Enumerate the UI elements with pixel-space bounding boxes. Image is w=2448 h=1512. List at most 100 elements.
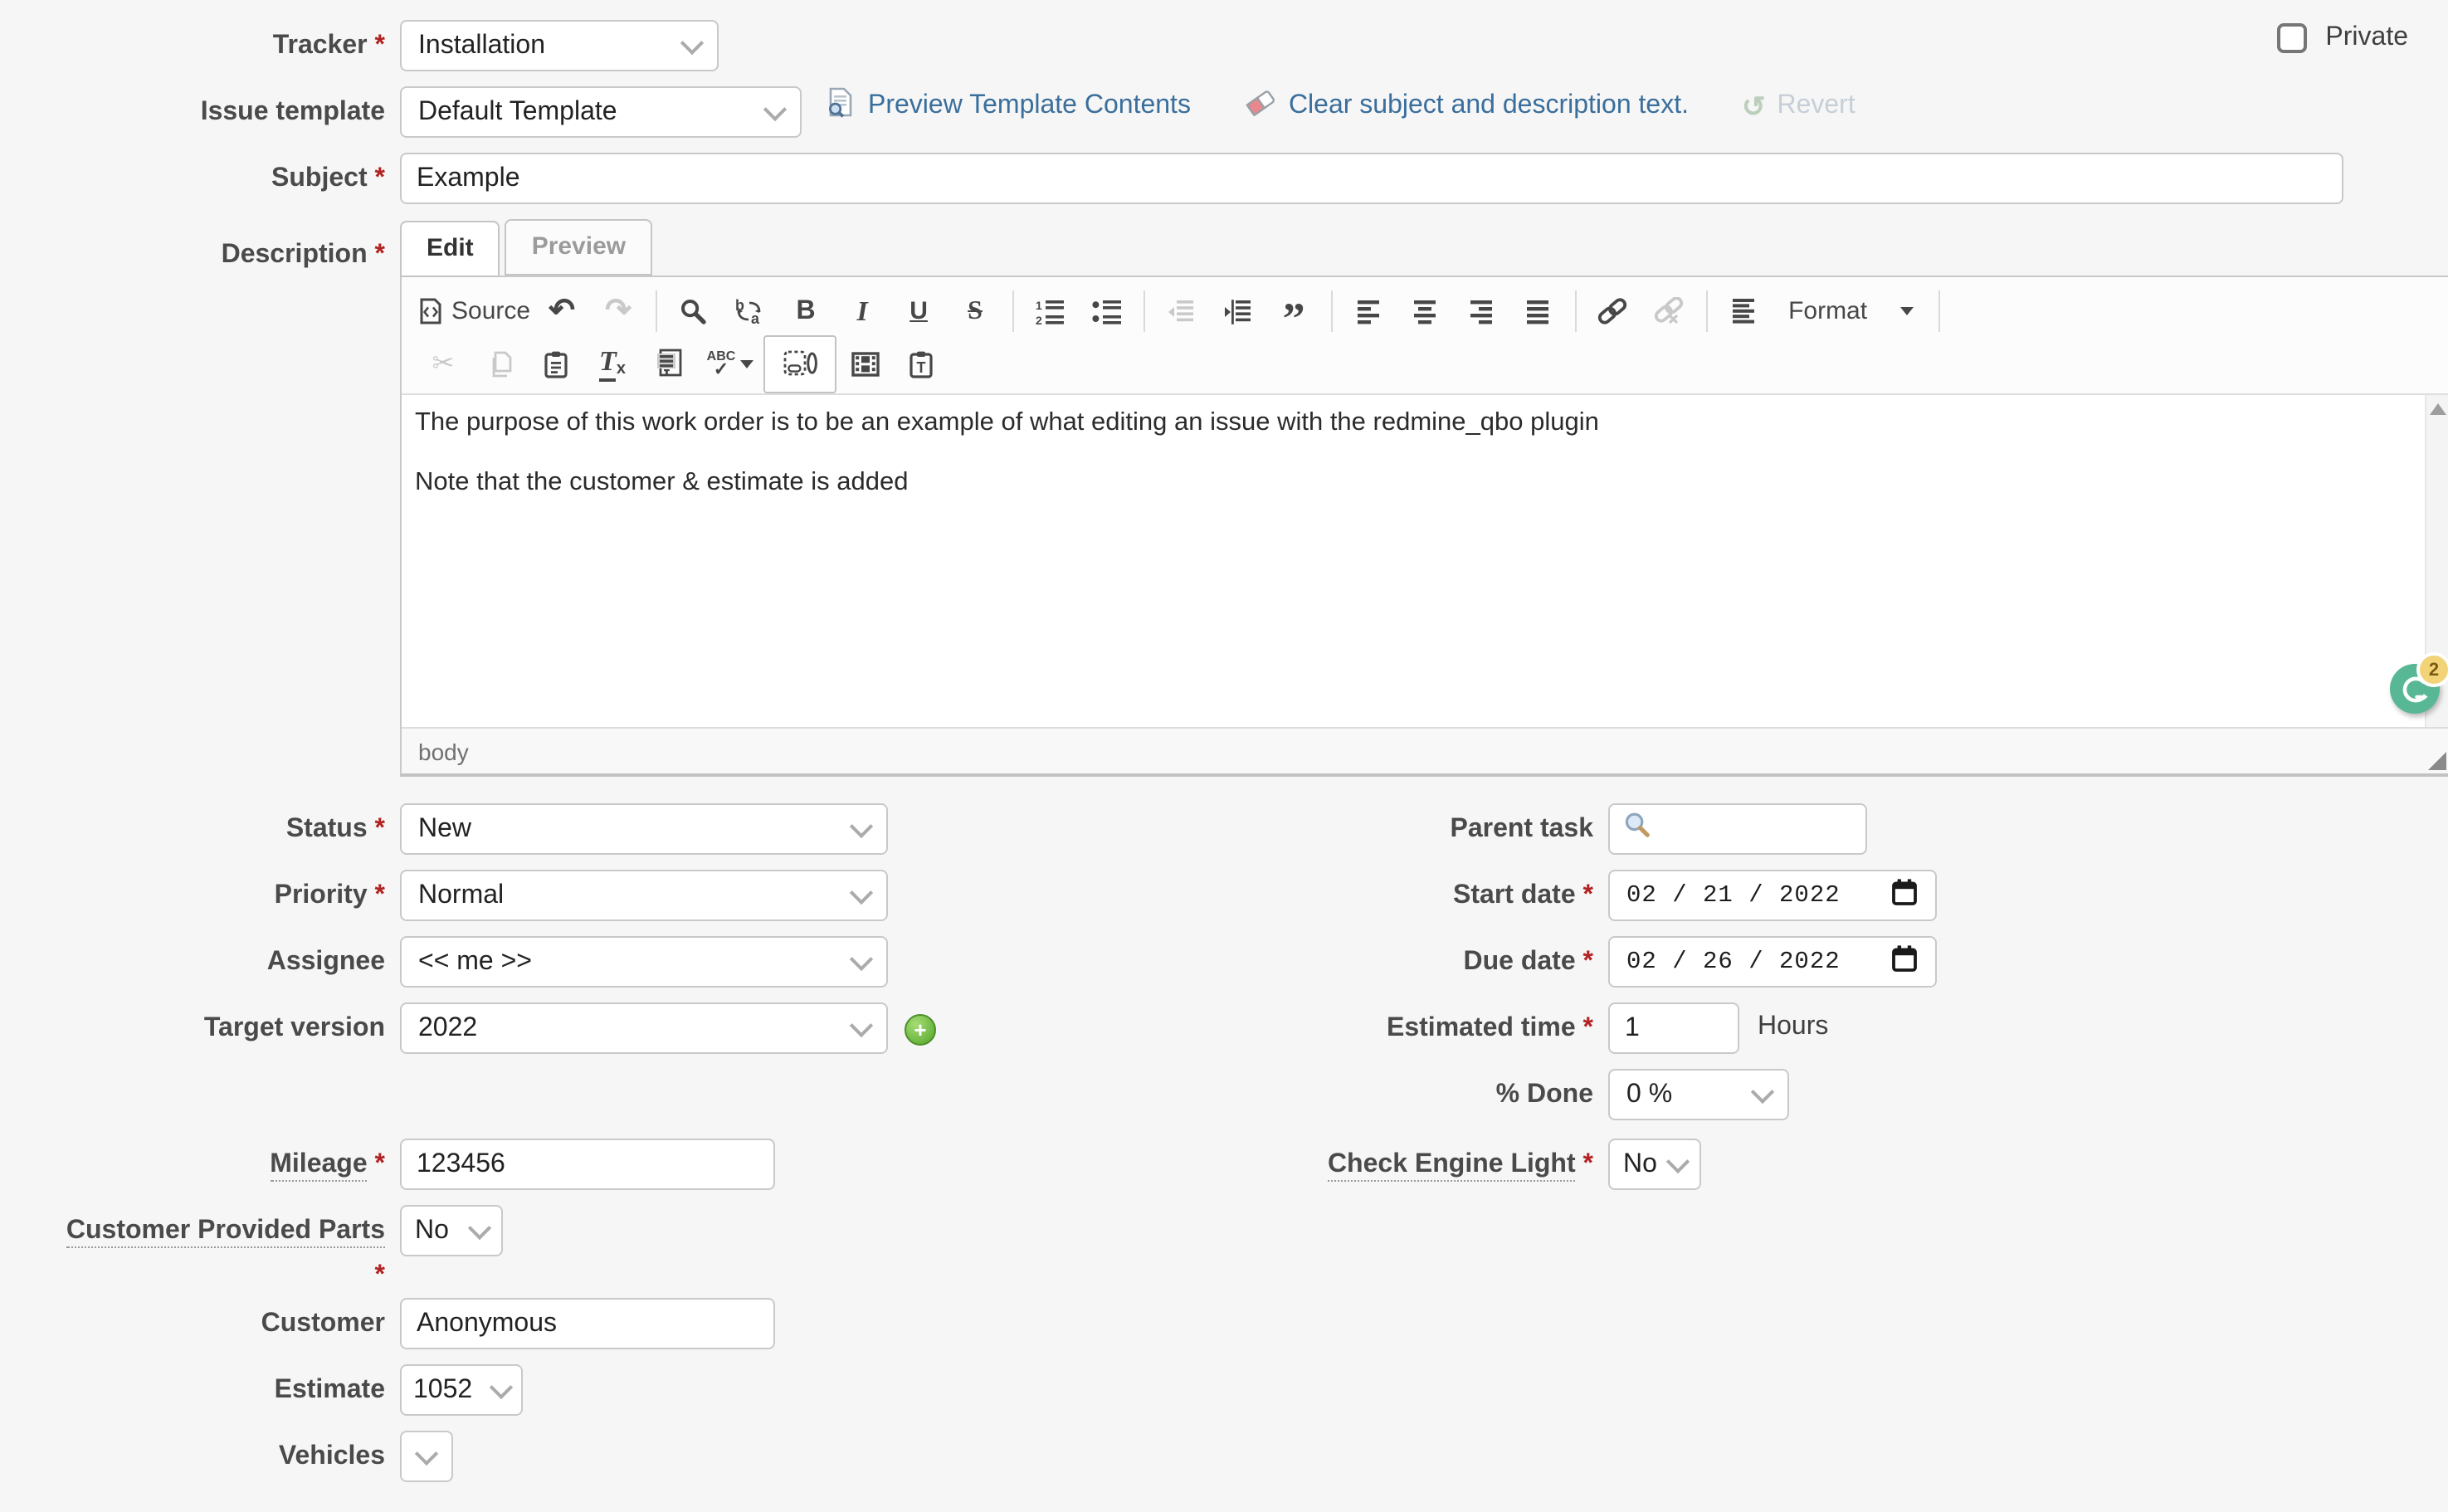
estimated-time-unit: Hours (1758, 1002, 1828, 1042)
mileage-input[interactable] (400, 1139, 775, 1190)
issue-template-label: Issue template (201, 98, 385, 126)
percent-done-select[interactable]: 0 % (1608, 1069, 1789, 1120)
chevron-down-icon (850, 880, 873, 904)
align-right-icon[interactable] (1453, 289, 1509, 334)
toolbar-separator (1143, 290, 1144, 332)
editor-status-bar: body (402, 727, 2448, 773)
div-container-icon[interactable] (1715, 289, 1772, 334)
tab-preview[interactable]: Preview (505, 219, 652, 276)
search-icon (1623, 811, 1651, 847)
dropdown-arrow-icon (1900, 307, 1914, 315)
link-icon[interactable] (1584, 289, 1641, 334)
parent-task-row: Parent task (946, 803, 2448, 855)
numbered-list-icon[interactable]: 12 (1022, 289, 1078, 334)
customer-label: Customer (261, 1310, 385, 1338)
estimated-time-input[interactable] (1608, 1002, 1739, 1054)
percent-done-label: % Done (1496, 1080, 1593, 1109)
description-textarea[interactable]: The purpose of this work order is to be … (402, 395, 2448, 727)
status-select[interactable]: New (400, 803, 888, 855)
paste-icon[interactable] (528, 341, 584, 386)
grammarly-badge: 2 (2416, 652, 2448, 687)
required-marker: * (375, 241, 385, 269)
check-engine-light-select[interactable]: No (1608, 1139, 1701, 1190)
description-paragraph: The purpose of this work order is to be … (415, 407, 2413, 438)
required-marker: * (375, 881, 385, 910)
customer-provided-parts-label: Customer Provided Parts (66, 1217, 385, 1248)
start-date-input[interactable]: 02 / 21 / 2022 (1608, 870, 1937, 921)
target-version-select[interactable]: 2022 (400, 1002, 888, 1054)
strikethrough-icon[interactable]: S (947, 289, 1003, 334)
placeholder-widget-icon[interactable] (763, 334, 836, 393)
required-marker: * (375, 1150, 385, 1178)
vehicles-select[interactable] (400, 1431, 453, 1482)
find-icon[interactable] (665, 289, 721, 334)
chevron-down-icon (850, 1013, 873, 1036)
select-all-icon[interactable] (641, 341, 697, 386)
justify-icon[interactable] (1509, 289, 1566, 334)
calendar-icon[interactable] (1890, 944, 1919, 980)
tab-edit[interactable]: Edit (400, 221, 500, 277)
private-checkbox[interactable] (2277, 23, 2307, 53)
custom-fields-section: Mileage * Check Engine Light * No (0, 1139, 2448, 1205)
unlink-icon[interactable] (1641, 289, 1697, 334)
remove-format-icon[interactable]: Tx (584, 341, 641, 386)
tracker-select[interactable]: Installation (400, 20, 719, 71)
calendar-icon[interactable] (1890, 877, 1919, 914)
grammarly-icon[interactable]: 2 (2390, 664, 2440, 714)
outdent-icon[interactable] (1153, 289, 1209, 334)
check-engine-light-value: No (1623, 1149, 1657, 1179)
assignee-value: << me >> (418, 947, 532, 977)
customer-input[interactable] (400, 1298, 775, 1349)
chevron-down-icon (1666, 1149, 1690, 1173)
bulleted-list-icon[interactable] (1078, 289, 1134, 334)
description-row: Description * Edit Preview Source ↶ (0, 219, 2448, 777)
start-date-row: Start date * 02 / 21 / 2022 (946, 870, 2448, 921)
revert-icon: ↺ (1742, 92, 1766, 120)
toolbar-separator (1012, 290, 1013, 332)
assignee-select[interactable]: << me >> (400, 936, 888, 988)
source-button[interactable]: Source (415, 289, 534, 334)
dropdown-arrow-icon (740, 359, 753, 368)
subject-input[interactable] (400, 153, 2343, 204)
paste-plain-text-icon[interactable]: T (893, 341, 949, 386)
indent-icon[interactable] (1209, 289, 1265, 334)
due-date-label: Due date (1463, 948, 1575, 976)
clear-subject-description-link[interactable]: Clear subject and description text. (1289, 91, 1689, 121)
customer-provided-parts-row: Customer Provided Parts * No (0, 1208, 2448, 1291)
undo-icon[interactable]: ↶ (534, 289, 590, 334)
redo-icon[interactable]: ↷ (590, 289, 646, 334)
priority-row: Priority * Normal (0, 870, 946, 921)
format-dropdown[interactable]: Format (1772, 297, 1930, 325)
spellcheck-icon[interactable]: ABC ✓ (697, 341, 763, 386)
chevron-down-icon (850, 814, 873, 837)
italic-icon[interactable]: I (834, 289, 890, 334)
issue-template-select[interactable]: Default Template (400, 86, 802, 138)
estimate-select[interactable]: 1052 (400, 1364, 523, 1416)
check-engine-light-row: Check Engine Light * No (946, 1139, 2448, 1190)
underline-icon[interactable]: U (890, 289, 947, 334)
due-date-input[interactable]: 02 / 26 / 2022 (1608, 936, 1937, 988)
align-center-icon[interactable] (1397, 289, 1453, 334)
bold-icon[interactable]: B (778, 289, 834, 334)
priority-select[interactable]: Normal (400, 870, 888, 921)
customer-provided-parts-select[interactable]: No (400, 1205, 503, 1256)
start-date-label: Start date (1453, 881, 1576, 910)
due-date-row: Due date * 02 / 26 / 2022 (946, 936, 2448, 988)
element-path: body (418, 738, 469, 764)
media-embed-icon[interactable] (836, 341, 893, 386)
blockquote-icon[interactable]: ” (1265, 289, 1322, 334)
percent-done-value: 0 % (1626, 1080, 1672, 1110)
required-marker: * (1583, 1150, 1593, 1178)
revert-link-disabled: Revert (1777, 91, 1855, 121)
replace-icon[interactable]: ba (721, 289, 778, 334)
cut-icon[interactable]: ✂ (415, 341, 471, 386)
preview-template-link[interactable]: Preview Template Contents (868, 91, 1191, 121)
required-marker: * (375, 815, 385, 843)
vehicles-label: Vehicles (279, 1442, 385, 1471)
resize-handle[interactable] (2428, 752, 2446, 770)
add-version-button[interactable]: + (905, 1014, 936, 1046)
copy-icon[interactable] (471, 341, 528, 386)
parent-task-input[interactable] (1608, 803, 1867, 855)
description-label: Description (222, 241, 368, 269)
align-left-icon[interactable] (1340, 289, 1397, 334)
